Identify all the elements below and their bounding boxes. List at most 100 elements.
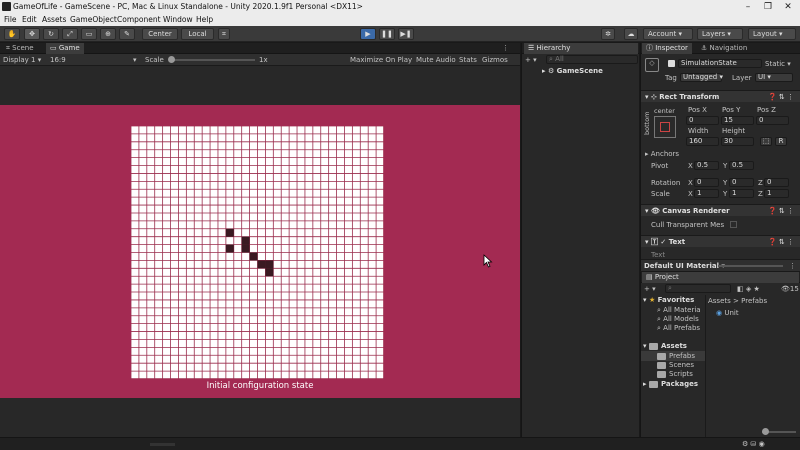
tab-game[interactable]: ▭ Game [46, 43, 84, 54]
transform-tool-icon[interactable]: ⊕ [100, 28, 116, 40]
tab-inspector[interactable]: ⓘ Inspector [642, 43, 692, 54]
pos-x-field[interactable]: 0 [686, 116, 719, 125]
step-button[interactable]: ▶❚ [398, 28, 414, 40]
maximize-button[interactable]: ❐ [761, 1, 775, 13]
custom-tool-icon[interactable]: ✎ [119, 28, 135, 40]
canvas-renderer-header[interactable]: ▾ 👁 Canvas Renderer ❓ ⇅ ⋮ [641, 204, 800, 216]
favorites-node[interactable]: ▾ ★ Favorites [643, 296, 694, 304]
panel-menu-icon[interactable]: ⋮ [498, 43, 513, 54]
rect-transform-header[interactable]: ▾ ⊹ Rect Transform ❓ ⇅ ⋮ [641, 90, 800, 102]
scale-x-field[interactable]: 1 [694, 189, 719, 198]
close-button[interactable]: ✕ [781, 1, 795, 13]
aspect-dropdown[interactable]: 16:9 ▾ [50, 56, 140, 64]
tab-navigation[interactable]: ⚓ Navigation [697, 43, 751, 54]
alive-cell[interactable] [257, 260, 266, 269]
scale-tool-icon[interactable]: ⤢ [62, 28, 78, 40]
material-dropdown[interactable]: Default UI Material ▾ [644, 262, 725, 270]
project-filter-icons[interactable]: ◧ ◈ ★ [737, 285, 760, 293]
scale-slider-handle[interactable] [168, 56, 175, 63]
pause-button[interactable]: ❚❚ [379, 28, 395, 40]
alive-cell[interactable] [265, 260, 274, 269]
display-dropdown[interactable]: Display 1 ▾ [3, 56, 41, 64]
tab-scene[interactable]: ⌗ Scene [2, 43, 38, 54]
alive-cell[interactable] [225, 228, 234, 237]
menu-help[interactable]: Help [196, 15, 213, 24]
hierarchy-add-icon[interactable]: + ▾ [525, 56, 537, 64]
collab-icon[interactable]: ✲ [601, 28, 615, 40]
rot-x-field[interactable]: 0 [694, 178, 719, 187]
layout-dropdown[interactable]: Layout ▾ [748, 28, 796, 40]
alive-cell[interactable] [225, 244, 234, 253]
project-add-icon[interactable]: + ▾ [644, 285, 656, 293]
tab-hierarchy[interactable]: ☰ Hierarchy [524, 43, 638, 54]
folder-item[interactable]: Scenes [657, 361, 694, 369]
material-preview-divider[interactable] [718, 265, 783, 267]
material-menu-icon[interactable]: ⋮ [789, 262, 796, 270]
pos-y-field[interactable]: 15 [721, 116, 754, 125]
gizmos-dropdown[interactable]: Gizmos [482, 56, 508, 64]
alive-cell[interactable] [241, 236, 250, 245]
fav-item[interactable]: ⌕ All Materia [657, 306, 701, 315]
folder-item[interactable]: Prefabs [657, 352, 695, 360]
move-tool-icon[interactable]: ✥ [24, 28, 40, 40]
tag-dropdown[interactable]: Untagged ▾ [680, 73, 723, 82]
menu-window[interactable]: Window [163, 15, 193, 24]
folder-item[interactable]: Scripts [657, 370, 693, 378]
menu-file[interactable]: File [4, 15, 17, 24]
menu-component[interactable]: Component [117, 15, 161, 24]
active-checkbox[interactable] [668, 60, 675, 67]
mute-audio-toggle[interactable]: Mute Audio [416, 56, 456, 64]
tab-project[interactable]: ▤ Project [642, 272, 799, 283]
anchor-preset-icon[interactable] [654, 116, 676, 138]
maximize-on-play-toggle[interactable]: Maximize On Play [350, 56, 412, 64]
rot-z-field[interactable]: 0 [764, 178, 789, 187]
fav-item[interactable]: ⌕ All Prefabs [657, 324, 700, 333]
rect-tool-icon[interactable]: ▭ [81, 28, 97, 40]
scale-y-field[interactable]: 1 [729, 189, 754, 198]
pivot-center-button[interactable]: Center [142, 28, 178, 40]
assets-node[interactable]: ▾ Assets [643, 342, 687, 350]
object-name-field[interactable]: SimulationState [678, 59, 762, 68]
width-field[interactable]: 160 [686, 137, 719, 146]
breadcrumb-root[interactable]: Assets [708, 297, 731, 305]
fav-item[interactable]: ⌕ All Models [657, 315, 699, 324]
menu-assets[interactable]: Assets [42, 15, 66, 24]
alive-cell[interactable] [265, 268, 274, 277]
status-icons[interactable]: ⚙ ⛁ ◉ [742, 440, 765, 448]
account-dropdown[interactable]: Account ▾ [643, 28, 693, 40]
layer-dropdown[interactable]: UI ▾ [755, 73, 793, 82]
raw-edit-button[interactable]: R [775, 137, 787, 146]
menu-gameobject[interactable]: GameObject [70, 15, 117, 24]
play-button[interactable]: ▶ [360, 28, 376, 40]
height-field[interactable]: 30 [721, 137, 754, 146]
grid-snap-icon[interactable]: ⌗ [218, 28, 230, 40]
rot-y-field[interactable]: 0 [729, 178, 754, 187]
cull-transparent-checkbox[interactable] [730, 221, 737, 228]
alive-cell[interactable] [241, 244, 250, 253]
game-view[interactable]: Initial configuration state [0, 105, 520, 398]
breadcrumb-current[interactable]: Prefabs [741, 297, 767, 305]
minimize-button[interactable]: – [741, 1, 755, 13]
layers-dropdown[interactable]: Layers ▾ [697, 28, 743, 40]
scale-slider[interactable] [170, 59, 255, 61]
blueprint-button[interactable]: ⬚ [760, 137, 772, 146]
anchors-foldout[interactable]: ▸ Anchors [645, 150, 679, 158]
text-component-header[interactable]: ▾ 🅃 ✓ Text ❓ ⇅ ⋮ [641, 235, 800, 247]
stats-toggle[interactable]: Stats [459, 56, 477, 64]
packages-node[interactable]: ▸ Packages [643, 380, 698, 388]
hand-tool-icon[interactable]: ✋ [4, 28, 20, 40]
static-dropdown[interactable]: Static ▾ [765, 60, 791, 68]
icon-size-slider-handle[interactable] [762, 428, 769, 435]
hierarchy-search-input[interactable]: ⌕ All [546, 55, 638, 64]
pivot-y-field[interactable]: 0.5 [729, 161, 754, 170]
rotate-tool-icon[interactable]: ↻ [43, 28, 59, 40]
project-search-input[interactable]: ⌕ [665, 284, 731, 293]
life-grid[interactable] [130, 125, 384, 379]
hierarchy-scene-item[interactable]: ▸ ⚙ GameScene [542, 67, 603, 75]
scale-z-field[interactable]: 1 [764, 189, 789, 198]
pivot-x-field[interactable]: 0.5 [694, 161, 719, 170]
pivot-local-button[interactable]: Local [181, 28, 214, 40]
cloud-icon[interactable]: ☁ [624, 28, 638, 40]
pos-z-field[interactable]: 0 [756, 116, 789, 125]
asset-file[interactable]: ◉ Unit [716, 309, 739, 317]
